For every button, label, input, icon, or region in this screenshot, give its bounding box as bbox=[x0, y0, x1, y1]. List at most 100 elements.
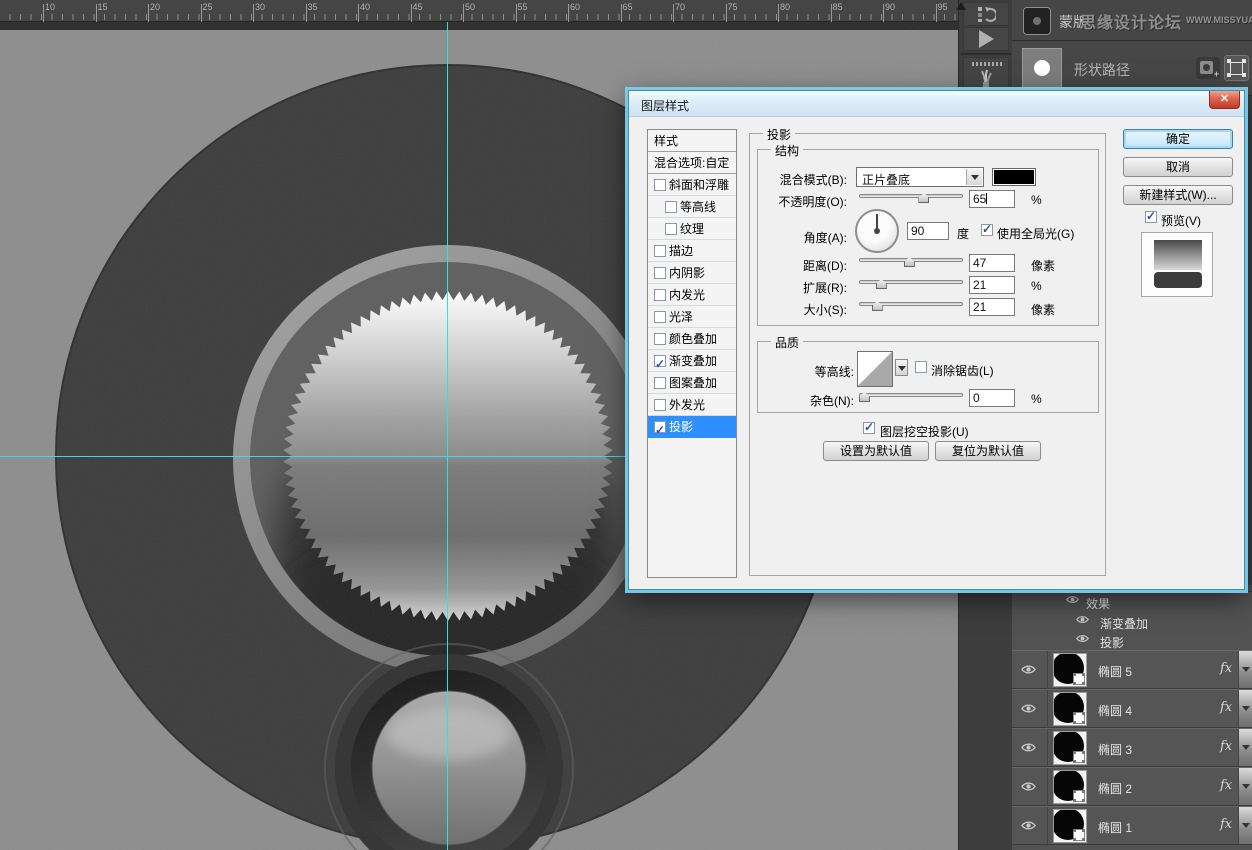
history-panel-button[interactable] bbox=[963, 2, 1009, 26]
opacity-slider[interactable] bbox=[859, 192, 963, 204]
size-slider[interactable] bbox=[859, 300, 963, 312]
layer-visibility-cell[interactable] bbox=[1012, 690, 1048, 729]
collapse-effects-arrow[interactable] bbox=[1238, 729, 1252, 766]
eye-icon[interactable] bbox=[1076, 615, 1089, 624]
ok-button[interactable]: 确定 bbox=[1123, 129, 1233, 149]
eye-icon[interactable] bbox=[1021, 742, 1036, 753]
mask-thumbnail[interactable] bbox=[1023, 7, 1051, 35]
style-checkbox[interactable] bbox=[665, 201, 677, 213]
new-style-button[interactable]: 新建样式(W)... bbox=[1123, 185, 1233, 205]
ruler-label: 20 bbox=[150, 2, 160, 12]
contour-thumbnail[interactable] bbox=[857, 351, 893, 387]
chevron-down-icon[interactable] bbox=[966, 169, 982, 185]
spread-input[interactable]: 21 bbox=[969, 276, 1015, 294]
style-item-11[interactable]: 图案叠加 bbox=[648, 372, 736, 394]
style-checkbox[interactable] bbox=[654, 377, 666, 389]
layer-thumbnail[interactable] bbox=[1053, 809, 1087, 843]
style-checkbox[interactable] bbox=[654, 355, 666, 367]
layer-thumbnail[interactable] bbox=[1053, 653, 1087, 687]
style-item-13[interactable]: 投影 bbox=[648, 416, 736, 438]
style-checkbox[interactable] bbox=[654, 399, 666, 411]
fx-badge: fx bbox=[1220, 700, 1232, 715]
spread-slider[interactable] bbox=[859, 278, 963, 290]
antialias-checkbox[interactable] bbox=[915, 361, 927, 373]
blend-mode-value: 正片叠底 bbox=[862, 171, 910, 188]
fx-badge: fx bbox=[1220, 661, 1232, 676]
style-checkbox[interactable] bbox=[654, 179, 666, 191]
dock-divider bbox=[961, 53, 1011, 55]
eye-icon[interactable] bbox=[1076, 634, 1089, 643]
style-item-12[interactable]: 外发光 bbox=[648, 394, 736, 416]
shape-path-label: 形状路径 bbox=[1074, 60, 1130, 80]
antialias-label: 消除锯齿(L) bbox=[931, 362, 994, 379]
reset-default-button[interactable]: 复位为默认值 bbox=[935, 441, 1041, 461]
layer-thumbnail[interactable] bbox=[1053, 770, 1087, 804]
blend-mode-dropdown[interactable]: 正片叠底 bbox=[856, 167, 984, 187]
actions-panel-button[interactable] bbox=[963, 27, 1009, 51]
cancel-button[interactable]: 取消 bbox=[1123, 157, 1233, 177]
layer-row-5[interactable]: 椭圆 5fx bbox=[1012, 650, 1252, 689]
style-checkbox[interactable] bbox=[654, 267, 666, 279]
style-item-9[interactable]: 颜色叠加 bbox=[648, 328, 736, 350]
layer-row-4[interactable]: 椭圆 4fx bbox=[1012, 689, 1252, 728]
preview-checkbox[interactable] bbox=[1145, 211, 1157, 223]
style-checkbox[interactable] bbox=[654, 311, 666, 323]
size-input[interactable]: 21 bbox=[969, 298, 1015, 316]
style-checkbox[interactable] bbox=[654, 245, 666, 257]
angle-dial[interactable] bbox=[855, 209, 899, 253]
close-button[interactable]: ✕ bbox=[1209, 91, 1240, 109]
style-checkbox[interactable] bbox=[654, 421, 666, 433]
layer-name: 椭圆 1 bbox=[1098, 819, 1132, 836]
collapse-effects-arrow[interactable] bbox=[1238, 651, 1252, 688]
layer-visibility-cell[interactable] bbox=[1012, 729, 1048, 768]
layer-knockout-checkbox[interactable] bbox=[863, 422, 875, 434]
layer-thumbnail[interactable] bbox=[1053, 731, 1087, 765]
eye-icon[interactable] bbox=[1066, 595, 1079, 604]
make-default-button[interactable]: 设置为默认值 bbox=[823, 441, 929, 461]
shadow-color-swatch[interactable] bbox=[992, 168, 1036, 186]
masks-panel-header: 蒙版 思缘设计论坛 WWW.MISSYUAN.COM bbox=[1012, 0, 1252, 41]
angle-unit: 度 bbox=[957, 225, 969, 242]
style-checkbox[interactable] bbox=[665, 223, 677, 235]
layer-row-2[interactable]: 椭圆 2fx bbox=[1012, 767, 1252, 806]
layer-visibility-cell[interactable] bbox=[1012, 651, 1048, 690]
style-checkbox[interactable] bbox=[654, 333, 666, 345]
eye-icon[interactable] bbox=[1021, 703, 1036, 714]
effect-row-1[interactable]: 渐变叠加 bbox=[1012, 612, 1252, 631]
brush-panel-button[interactable] bbox=[963, 57, 1009, 91]
effect-label: 效果 bbox=[1086, 595, 1110, 612]
eye-icon[interactable] bbox=[1021, 664, 1036, 675]
opacity-input[interactable]: 65 bbox=[969, 190, 1015, 208]
eye-icon[interactable] bbox=[1021, 781, 1036, 792]
path-operations-button[interactable] bbox=[1224, 55, 1249, 81]
shape-thumbnail[interactable] bbox=[1022, 48, 1062, 88]
layer-thumbnail[interactable] bbox=[1053, 692, 1087, 726]
effect-row-2[interactable]: 投影 bbox=[1012, 631, 1252, 650]
layer-visibility-cell[interactable] bbox=[1012, 807, 1048, 846]
noise-label: 杂色(N): bbox=[724, 392, 854, 409]
noise-slider[interactable] bbox=[859, 391, 963, 403]
style-item-label: 外发光 bbox=[669, 398, 705, 412]
style-checkbox[interactable] bbox=[654, 289, 666, 301]
effect-row-0[interactable]: 效果 bbox=[1012, 592, 1252, 611]
ruler-label: 50 bbox=[465, 2, 475, 12]
distance-input[interactable]: 47 bbox=[969, 254, 1015, 272]
style-item-0[interactable]: 样式 bbox=[648, 130, 736, 152]
layer-row-3[interactable]: 椭圆 3fx bbox=[1012, 728, 1252, 767]
properties-panel: 蒙版 思缘设计论坛 WWW.MISSYUAN.COM 形状路径 + bbox=[1012, 0, 1252, 96]
add-mask-button[interactable]: + bbox=[1196, 57, 1220, 79]
layer-visibility-cell[interactable] bbox=[1012, 768, 1048, 807]
collapse-effects-arrow[interactable] bbox=[1238, 690, 1252, 727]
collapse-effects-arrow[interactable] bbox=[1238, 807, 1252, 844]
contour-dropdown[interactable] bbox=[895, 359, 908, 376]
fx-badge: fx bbox=[1220, 778, 1232, 793]
layer-row-1[interactable]: 椭圆 1fx bbox=[1012, 806, 1252, 845]
distance-slider[interactable] bbox=[859, 256, 963, 268]
angle-input[interactable]: 90 bbox=[907, 222, 949, 240]
collapse-effects-arrow[interactable] bbox=[1238, 768, 1252, 805]
noise-input[interactable]: 0 bbox=[969, 389, 1015, 407]
use-global-light-checkbox[interactable] bbox=[981, 224, 993, 236]
dialog-titlebar[interactable]: 图层样式 bbox=[629, 91, 1244, 117]
eye-icon[interactable] bbox=[1021, 820, 1036, 831]
style-item-10[interactable]: 渐变叠加 bbox=[648, 350, 736, 372]
